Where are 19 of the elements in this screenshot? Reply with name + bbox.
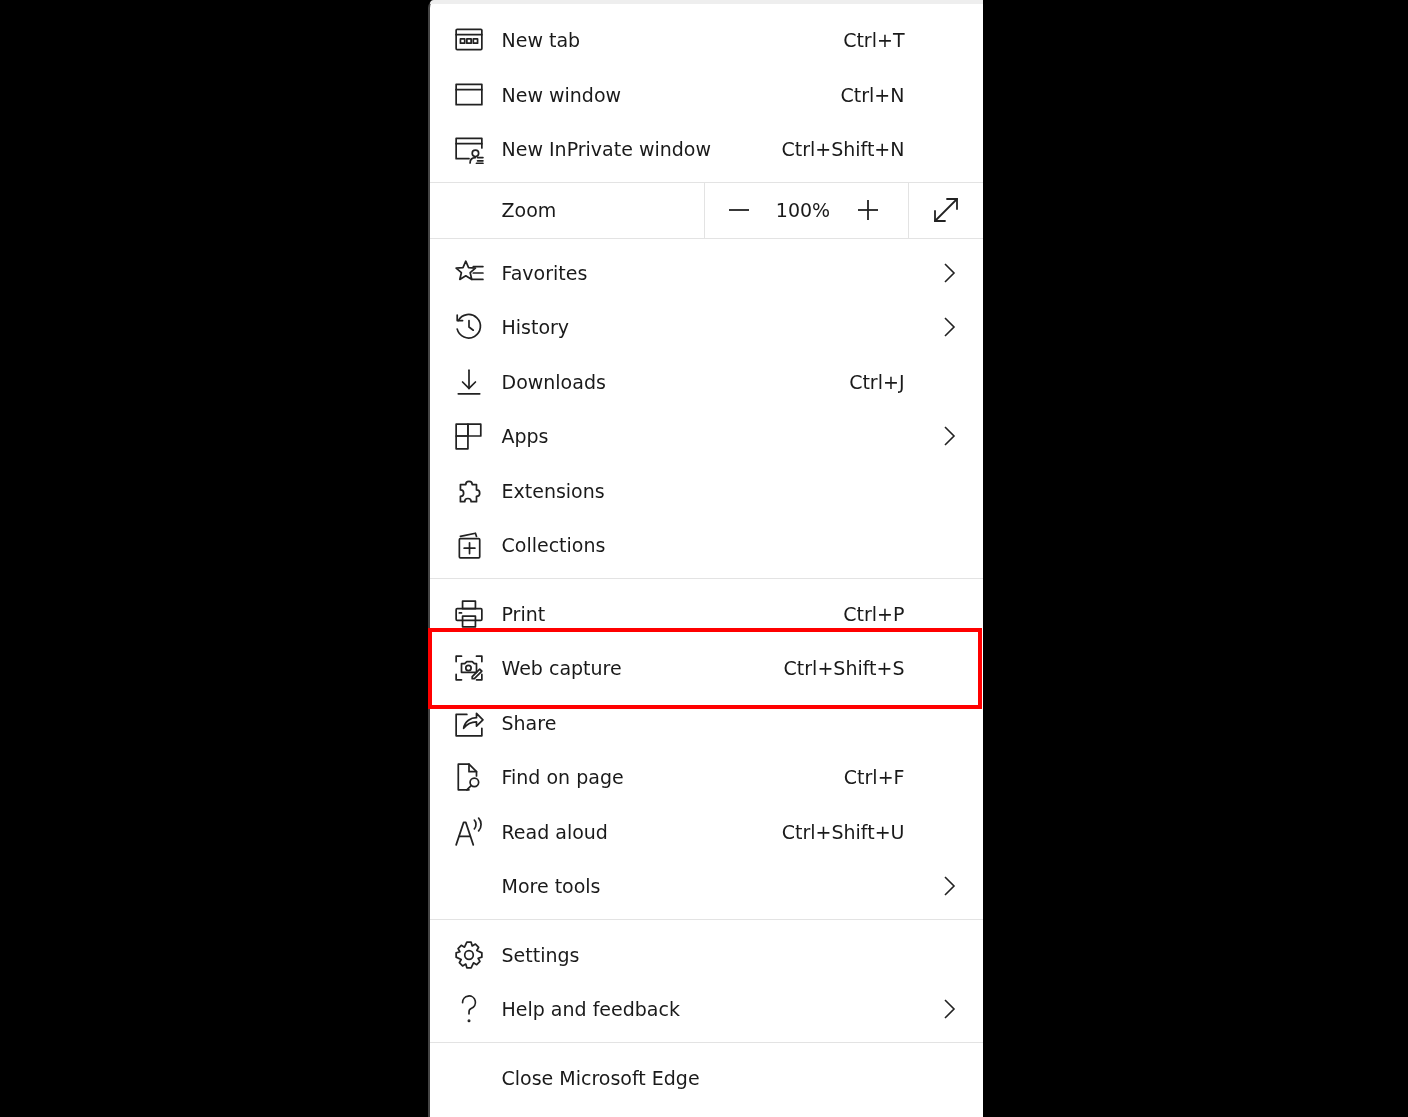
plus-icon <box>857 199 880 221</box>
read-aloud-icon <box>453 816 484 847</box>
shortcut-text: Ctrl+J <box>849 370 905 393</box>
shortcut-text: Ctrl+Shift+N <box>781 138 905 161</box>
shortcut-text: Ctrl+N <box>840 83 905 106</box>
zoom-label: Zoom <box>500 198 558 223</box>
shortcut-text: Ctrl+T <box>843 29 905 52</box>
shortcut-text: Ctrl+F <box>843 766 905 789</box>
shortcut-text: Ctrl+Shift+S <box>783 657 905 680</box>
camera-capture-icon <box>453 653 484 684</box>
shortcut-text: Ctrl+P <box>843 602 905 625</box>
minus-icon <box>728 209 749 211</box>
expand-icon <box>932 197 959 223</box>
shortcut-text: Ctrl+Shift+U <box>781 820 905 843</box>
printer-icon <box>453 598 484 629</box>
apps-icon <box>453 421 484 452</box>
zoom-value: 100% <box>775 199 831 221</box>
settings-icon <box>453 939 484 970</box>
private-window-icon <box>453 134 484 165</box>
